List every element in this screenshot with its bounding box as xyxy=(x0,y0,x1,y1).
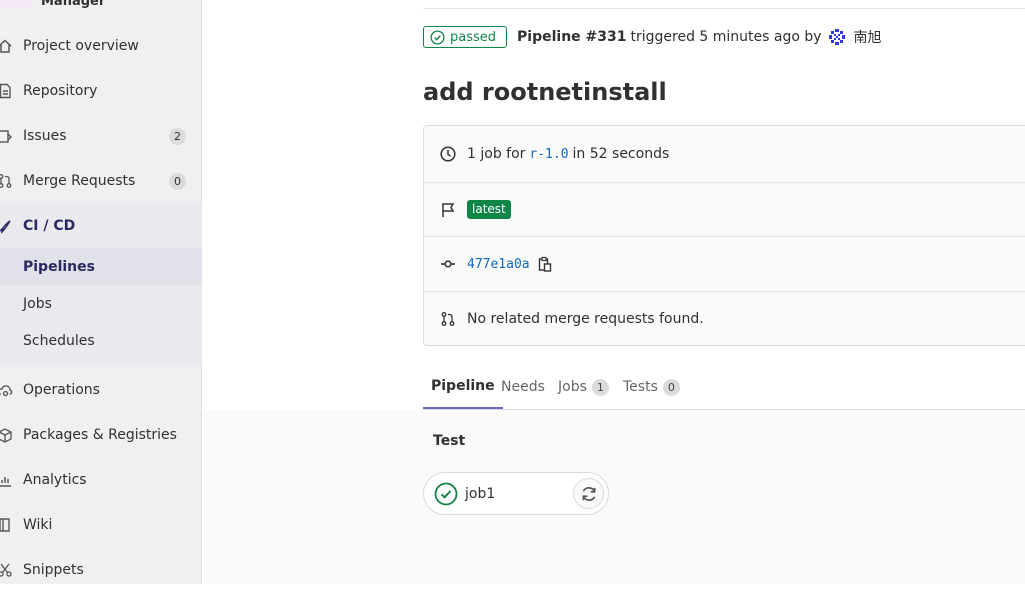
commit-row: 477e1a0a xyxy=(424,237,1025,292)
pipeline-graph-area xyxy=(203,410,1025,584)
sidebar-item-label: Wiki xyxy=(23,517,53,533)
sidebar-subitem-pipelines[interactable]: Pipelines xyxy=(0,248,202,285)
pipeline-ref: Pipeline #331 xyxy=(517,29,627,45)
sidebar-item-snippets[interactable]: Snippets xyxy=(0,548,202,592)
sidebar-item-operations[interactable]: Operations xyxy=(0,368,202,412)
jobs-count-badge: 1 xyxy=(591,378,609,396)
issues-icon xyxy=(0,130,12,143)
merge-request-icon xyxy=(441,312,455,326)
sidebar-subitem-label: Pipelines xyxy=(23,258,95,275)
pipeline-tabs: Pipeline Needs Jobs 1 Tests 0 xyxy=(423,365,1025,410)
sidebar: Manager Project overview Repository Issu… xyxy=(0,0,202,584)
flag-icon xyxy=(442,202,455,217)
status-label: passed xyxy=(450,29,497,45)
chart-icon xyxy=(0,477,11,487)
sidebar-item-label: Snippets xyxy=(23,562,84,578)
cloud-gear-icon xyxy=(0,385,13,397)
sidebar-subitem-jobs[interactable]: Jobs xyxy=(0,285,202,322)
rocket-icon xyxy=(0,220,11,234)
package-icon xyxy=(0,428,12,443)
commit-icon xyxy=(441,260,455,268)
tab-needs[interactable]: Needs xyxy=(501,365,545,409)
user-avatar[interactable] xyxy=(827,28,846,46)
pipeline-header: passed Pipeline #331 triggered 5 minutes… xyxy=(423,25,882,49)
sidebar-item-label: Analytics xyxy=(23,472,87,488)
check-circle-icon xyxy=(430,29,445,45)
divider xyxy=(423,8,1025,9)
tab-jobs[interactable]: Jobs 1 xyxy=(558,365,609,409)
tab-label: Pipeline xyxy=(431,378,495,394)
sidebar-subitem-label: Jobs xyxy=(23,295,52,312)
sidebar-item-label: Operations xyxy=(23,382,100,398)
commit-sha-link[interactable]: 477e1a0a xyxy=(467,257,530,272)
merge-requests-text: No related merge requests found. xyxy=(467,311,704,327)
jobs-summary-suffix: in 52 seconds xyxy=(572,146,670,162)
tab-label: Tests xyxy=(623,379,658,395)
user-name-link[interactable]: 南旭 xyxy=(854,27,882,47)
tab-pipeline[interactable]: Pipeline xyxy=(423,365,503,409)
sidebar-item-project-overview[interactable]: Project overview xyxy=(0,24,202,68)
copy-icon[interactable] xyxy=(538,256,552,272)
branch-link[interactable]: r-1.0 xyxy=(529,147,568,162)
sidebar-item-label: Packages & Registries xyxy=(23,427,177,443)
tab-tests[interactable]: Tests 0 xyxy=(623,365,680,409)
tests-count-badge: 0 xyxy=(662,378,680,396)
success-status-icon xyxy=(434,482,458,506)
sidebar-subitem-schedules[interactable]: Schedules xyxy=(0,322,202,359)
latest-badge: latest xyxy=(467,200,511,219)
sidebar-item-issues[interactable]: Issues 2 xyxy=(0,114,202,158)
merge-requests-row: No related merge requests found. xyxy=(424,292,1025,346)
sidebar-item-label: Project overview xyxy=(23,38,139,54)
merge-request-icon xyxy=(0,174,12,188)
merge-requests-count-badge: 0 xyxy=(169,172,186,190)
sidebar-item-label: Repository xyxy=(23,83,98,99)
sidebar-item-label: Issues xyxy=(23,128,67,144)
tags-row: latest xyxy=(424,183,1025,237)
tab-label: Jobs xyxy=(558,379,587,395)
sidebar-item-label: Merge Requests xyxy=(23,173,136,189)
sidebar-item-wiki[interactable]: Wiki xyxy=(0,503,202,547)
scissors-icon xyxy=(0,563,12,577)
main-content: passed Pipeline #331 triggered 5 minutes… xyxy=(203,0,1025,584)
sidebar-item-repository[interactable]: Repository xyxy=(0,69,202,113)
book-icon xyxy=(0,518,10,532)
retry-button[interactable] xyxy=(573,478,604,509)
sidebar-item-analytics[interactable]: Analytics xyxy=(0,458,202,502)
jobs-summary-row: 1 job for r-1.0 in 52 seconds xyxy=(424,126,1025,183)
sidebar-item-merge-requests[interactable]: Merge Requests 0 xyxy=(0,159,202,203)
job-name: job1 xyxy=(465,485,496,502)
pipeline-info-box: 1 job for r-1.0 in 52 seconds latest 477… xyxy=(423,125,1025,346)
sidebar-item-cicd[interactable]: CI / CD xyxy=(0,204,202,248)
project-avatar[interactable] xyxy=(0,0,31,9)
issues-count-badge: 2 xyxy=(169,127,186,145)
status-badge[interactable]: passed xyxy=(423,26,508,48)
clock-icon xyxy=(440,146,456,162)
triggered-text: triggered 5 minutes ago by xyxy=(630,29,822,45)
sidebar-item-label: CI / CD xyxy=(23,218,76,234)
page-title: add rootnetinstall xyxy=(423,78,667,106)
doc-icon xyxy=(0,83,11,99)
stage-title: Test xyxy=(433,433,466,449)
sidebar-item-packages-registries[interactable]: Packages & Registries xyxy=(0,413,202,457)
home-icon xyxy=(0,39,12,53)
project-name[interactable]: Manager xyxy=(41,0,105,9)
tab-label: Needs xyxy=(501,379,545,395)
retry-icon xyxy=(582,486,595,501)
sidebar-subitem-label: Schedules xyxy=(23,332,95,349)
job-item[interactable]: job1 xyxy=(423,472,609,515)
jobs-summary-prefix: 1 job for xyxy=(467,146,526,162)
